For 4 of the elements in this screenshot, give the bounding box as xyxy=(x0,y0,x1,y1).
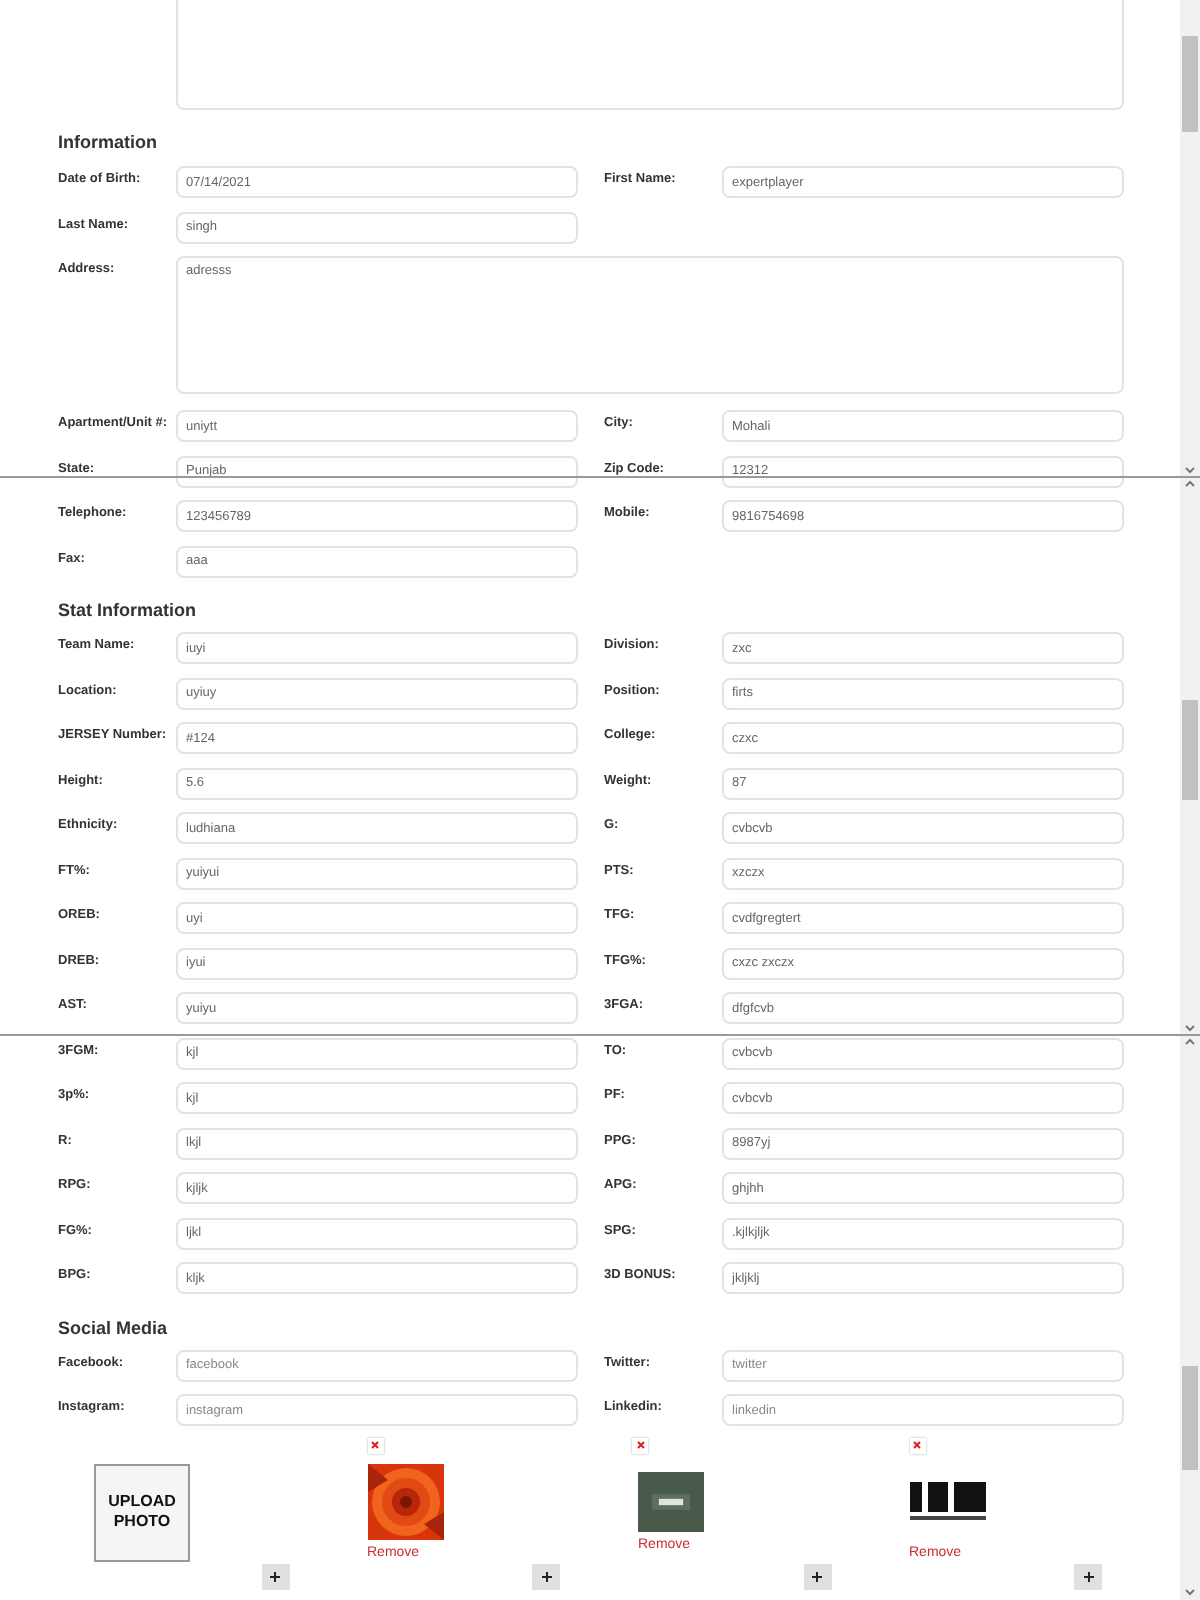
section-heading: Social Media xyxy=(58,1315,170,1341)
upload-photo-button[interactable]: UPLOAD PHOTO xyxy=(94,1463,190,1561)
section-heading: Stat Information xyxy=(58,598,198,624)
section-heading: Information xyxy=(58,130,159,156)
